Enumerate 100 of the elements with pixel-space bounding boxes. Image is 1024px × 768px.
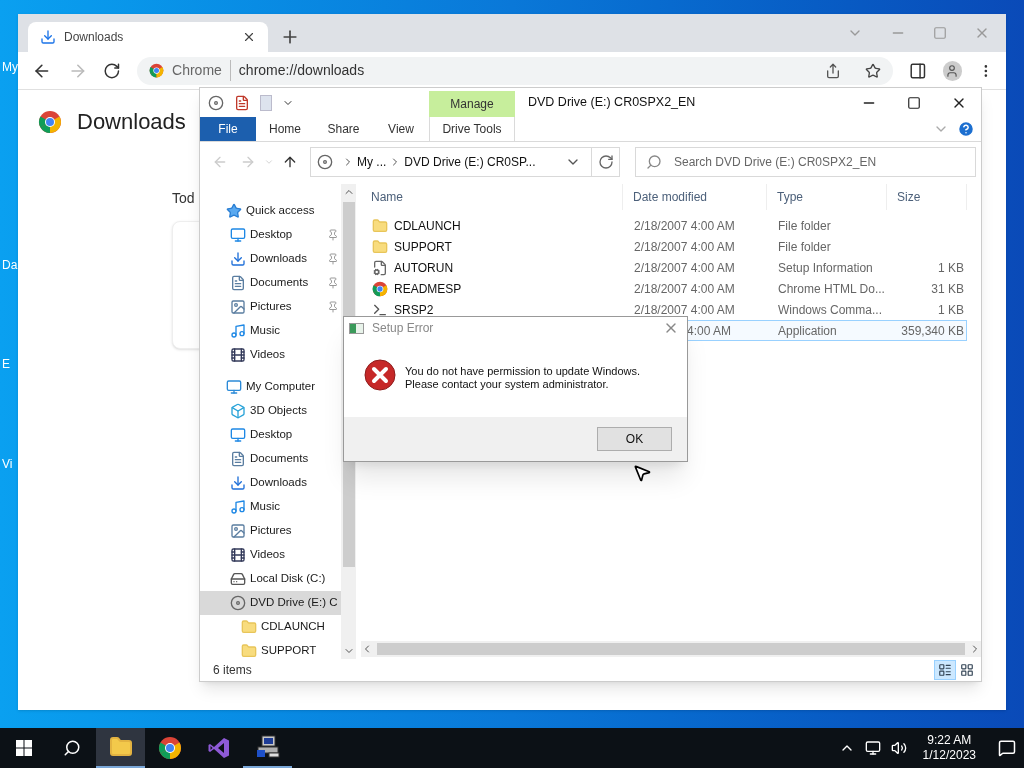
app-icon	[349, 322, 364, 334]
nav-item[interactable]: My Computer	[200, 375, 341, 399]
document-icon	[230, 275, 246, 291]
side-panel-icon[interactable]	[908, 61, 927, 80]
dialog-message: Please contact your system administrator.	[405, 378, 610, 391]
nav-item[interactable]: Desktop	[200, 423, 341, 447]
address-field[interactable]: My ... DVD Drive (E:) CR0SP...	[310, 147, 620, 177]
view-toggle[interactable]	[934, 660, 956, 680]
breadcrumb-item[interactable]: DVD Drive (E:) CR0SP...	[404, 153, 536, 171]
horizontal-scrollbar[interactable]	[361, 641, 981, 657]
search-icon	[646, 154, 662, 170]
refresh-icon[interactable]	[597, 154, 614, 170]
nav-item[interactable]: Quick access	[200, 199, 341, 223]
grid-view-icon	[960, 663, 974, 677]
nav-item[interactable]: Documents	[200, 447, 341, 471]
file-name: SRSP2	[394, 301, 434, 319]
file-row[interactable]: READMESP 2/18/2007 4:00 AM Chrome HTML Do... 31 KB	[361, 278, 967, 299]
column-header[interactable]: Type	[767, 184, 887, 210]
ribbon-tab[interactable]: Share	[314, 117, 373, 141]
nav-item[interactable]: Videos	[200, 343, 341, 367]
address-origin: Chrome	[172, 60, 231, 81]
reload-icon[interactable]	[103, 61, 122, 80]
list-view-icon	[938, 663, 952, 677]
nav-item[interactable]: Pictures	[200, 295, 341, 319]
ribbon-tab[interactable]: File	[200, 117, 256, 141]
computer-setup-icon	[254, 735, 281, 759]
clock[interactable]: 9:22 AM 1/12/2023	[916, 733, 982, 763]
page-title: Downloads	[77, 108, 186, 136]
breadcrumb-item[interactable]: My ...	[357, 153, 387, 171]
date-cell-text: 2/18/2007 4:00 AM	[634, 301, 735, 319]
star-icon[interactable]	[864, 62, 881, 79]
nav-item[interactable]: 3D Objects	[200, 399, 341, 423]
disc-icon	[230, 595, 246, 611]
download-icon	[40, 29, 56, 45]
folder-icon	[372, 217, 388, 234]
up-icon[interactable]	[282, 154, 298, 170]
date-cell-text: 2/18/2007 4:00 AM	[634, 238, 735, 256]
address-bar[interactable]: Chrome chrome://downloads	[137, 56, 893, 85]
infinity-logo-icon	[206, 736, 231, 760]
nav-item[interactable]: DVD Drive (E:) C	[200, 591, 341, 615]
type-cell: File folder	[778, 218, 831, 233]
size-cell-text: 359,340 KB	[901, 322, 964, 340]
desktop-icon-label: Vi	[2, 456, 13, 473]
dialog-message: You do not have permission to update Windows.	[405, 365, 641, 378]
help-icon[interactable]	[957, 120, 975, 138]
column-header[interactable]: Size	[887, 184, 967, 210]
file-row[interactable]: AUTORUN 2/18/2007 4:00 AM Setup Information 1 KB	[361, 257, 967, 278]
type-cell: Application	[778, 323, 837, 338]
nav-item[interactable]: Desktop	[200, 223, 341, 247]
maximize-icon[interactable]	[907, 95, 921, 110]
disc-icon	[208, 94, 224, 111]
nav-item[interactable]: Downloads	[200, 247, 341, 271]
close-icon[interactable]	[242, 30, 256, 44]
chrome-logo-icon	[38, 109, 62, 134]
notifications-icon[interactable]	[998, 739, 1016, 757]
film-icon	[230, 547, 246, 563]
ok-button[interactable]: OK	[597, 427, 672, 451]
nav-item[interactable]: Documents	[200, 271, 341, 295]
music-icon	[230, 499, 246, 515]
column-header[interactable]: Name	[361, 184, 623, 210]
file-name: AUTORUN	[394, 259, 454, 277]
nav-item[interactable]: Local Disk (C:)	[200, 567, 341, 591]
type-cell: Setup Information	[778, 260, 873, 275]
ribbon-tab[interactable]: Home	[256, 117, 314, 141]
nav-item[interactable]: Pictures	[200, 519, 341, 543]
windows-logo-icon	[16, 740, 32, 756]
file-name: READMESP	[394, 280, 462, 298]
nav-item[interactable]: SUPPORT	[200, 639, 341, 663]
desktop-icon-label: Da	[2, 257, 18, 274]
file-name: CDLAUNCH	[394, 217, 461, 235]
download-icon	[230, 251, 246, 267]
folder-icon	[241, 643, 257, 659]
share-icon[interactable]	[824, 62, 841, 79]
file-row[interactable]: SUPPORT 2/18/2007 4:00 AM File folder	[361, 236, 967, 257]
gear-file-icon	[372, 259, 388, 276]
file-row[interactable]: CDLAUNCH 2/18/2007 4:00 AM File folder	[361, 215, 967, 236]
chrome-logo-icon	[372, 280, 388, 297]
nav-item[interactable]: CDLAUNCH	[200, 615, 341, 639]
volume-icon[interactable]	[890, 740, 907, 756]
search-input[interactable]: Search DVD Drive (E:) CR0SPX2_EN	[674, 153, 975, 171]
date-cell-text: 2/18/2007 4:00 AM	[634, 259, 735, 277]
column-header[interactable]: Date modified	[623, 184, 767, 210]
taskbar-app[interactable]	[96, 728, 145, 768]
star-icon	[226, 203, 242, 219]
status-text: 6 items	[213, 662, 253, 679]
nav-item[interactable]: Music	[200, 495, 341, 519]
file-row[interactable]: SRSP2 2/18/2007 4:00 AM Windows Comma... 1 KB	[361, 299, 967, 320]
properties-icon[interactable]	[234, 94, 250, 111]
nav-item[interactable]: Music	[200, 319, 341, 343]
search-field[interactable]: Search DVD Drive (E:) CR0SPX2_EN	[635, 147, 976, 177]
network-icon[interactable]	[864, 740, 881, 756]
scroll-thumb[interactable]	[377, 643, 965, 655]
ribbon-tab[interactable]: View	[373, 117, 429, 141]
profile-icon[interactable]	[942, 60, 963, 81]
nav-item[interactable]: Videos	[200, 543, 341, 567]
ribbon-tab[interactable]: Drive Tools	[429, 117, 515, 141]
picture-icon	[230, 299, 246, 315]
browser-tab[interactable]: Downloads	[28, 22, 268, 52]
nav-item[interactable]: Downloads	[200, 471, 341, 495]
desktop-icon-label: E	[2, 356, 10, 373]
